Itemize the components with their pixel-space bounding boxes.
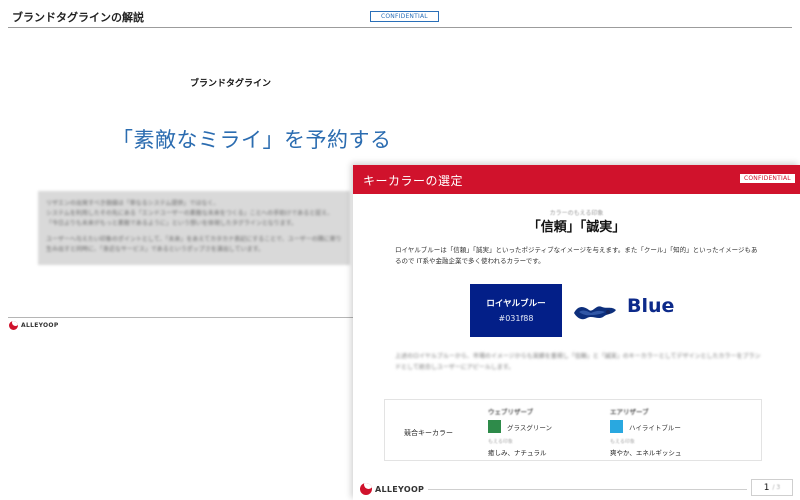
competitor-impression: 爽やか、エネルギッシュ: [610, 449, 682, 457]
tagline-subheading: ブランドタグライン: [190, 79, 272, 89]
alleyoop-logo-icon: [360, 483, 372, 495]
highlight-blue-swatch: [610, 420, 623, 433]
back-slide-title: ブランドタグラインの解説: [12, 11, 144, 24]
confidential-badge: CONFIDENTIAL: [370, 11, 439, 22]
logo-text: ALLEYOOP: [21, 322, 59, 329]
front-slide-header: キーカラーの選定 CONFIDENTIAL: [353, 165, 800, 194]
logo-text: ALLEYOOP: [375, 484, 425, 494]
front-logo: ALLEYOOP: [360, 483, 429, 495]
impression-label: もえる印象: [610, 439, 635, 445]
competitor-color-row: ハイライトブルー: [610, 420, 730, 433]
grass-green-swatch: [488, 420, 501, 433]
color-name-word: Blue: [627, 295, 675, 317]
paint-stroke-icon: [574, 306, 616, 320]
front-footer-divider: [415, 489, 747, 490]
explanation-line: リザエンの出発すべき価値は「単なるシステム提供」ではなく、: [46, 200, 220, 207]
royal-blue-swatch: ロイヤルブルー #031f88: [470, 284, 562, 337]
color-rationale-text: 上述のロイヤルブルーから、市場のイメージからも実績を重視し「信頼」と「誠実」のキ…: [395, 353, 761, 371]
alleyoop-logo-icon: [9, 321, 18, 330]
confidential-badge: CONFIDENTIAL: [739, 173, 796, 184]
competitor-impression: 癒しみ、ナチュラル: [488, 449, 547, 457]
explanation-line: ユーザーへ与えたい印象のポイントとして、「未来」をあえてカタカナ表記にすることで…: [46, 236, 342, 243]
impression-label: もえる印象: [488, 439, 513, 445]
competitor-brand: ウェブリザーブ: [488, 408, 534, 416]
explanation-line: システムを利用したその先にある「エンドユーザーの素敵な未来をつくる」ことへの手助…: [46, 210, 334, 217]
competitor-color-name: ハイライトブルー: [629, 423, 681, 432]
tagline-explanation-box: リザエンの出発すべき価値は「単なるシステム提供」ではなく、 システムを利用したそ…: [38, 191, 350, 265]
competitor-color-row: グラスグリーン: [488, 420, 608, 433]
page-current: 1: [763, 482, 770, 493]
explanation-line: 「今日よりも未来がもっと素敵であるように」という想いを体現したタグラインとなりま…: [46, 220, 298, 227]
front-slide-title: キーカラーの選定: [363, 174, 464, 188]
key-color-heading: 「信頼」「誠実」: [527, 220, 626, 235]
competitor-colors-label: 競合キーカラー: [404, 429, 453, 437]
swatch-hex: #031f88: [498, 314, 534, 323]
key-color-description: ロイヤルブルーは「信頼」「誠実」といったポジティブなイメージを与えます。また「ク…: [395, 246, 758, 265]
competitor-colors-card: 競合キーカラー ウェブリザーブ グラスグリーン もえる印象 癒しみ、ナチュラル …: [384, 399, 762, 461]
swatch-name: ロイヤルブルー: [486, 299, 546, 309]
back-slide-header: ブランドタグラインの解説 CONFIDENTIAL: [8, 6, 792, 28]
competitor-color-name: グラスグリーン: [507, 423, 553, 432]
page-total: / 3: [772, 484, 781, 491]
competitor-column: エアリザーブ ハイライトブルー もえる印象 爽やか、エネルギッシュ: [610, 406, 730, 457]
brand-tagline: 「素敵なミライ」を予約する: [112, 128, 392, 152]
front-slide: キーカラーの選定 CONFIDENTIAL カラーのもえる印象 「信頼」「誠実」…: [353, 165, 800, 500]
competitor-column: ウェブリザーブ グラスグリーン もえる印象 癒しみ、ナチュラル: [488, 406, 608, 457]
back-footer-divider: [8, 317, 353, 318]
explanation-line: 生み出すと同時に、「身近なサービス」であるというポップさを演出しています。: [46, 246, 264, 253]
page-indicator[interactable]: 1 / 3: [751, 479, 793, 496]
competitor-brand: エアリザーブ: [610, 408, 649, 416]
back-logo: ALLEYOOP: [9, 321, 59, 330]
